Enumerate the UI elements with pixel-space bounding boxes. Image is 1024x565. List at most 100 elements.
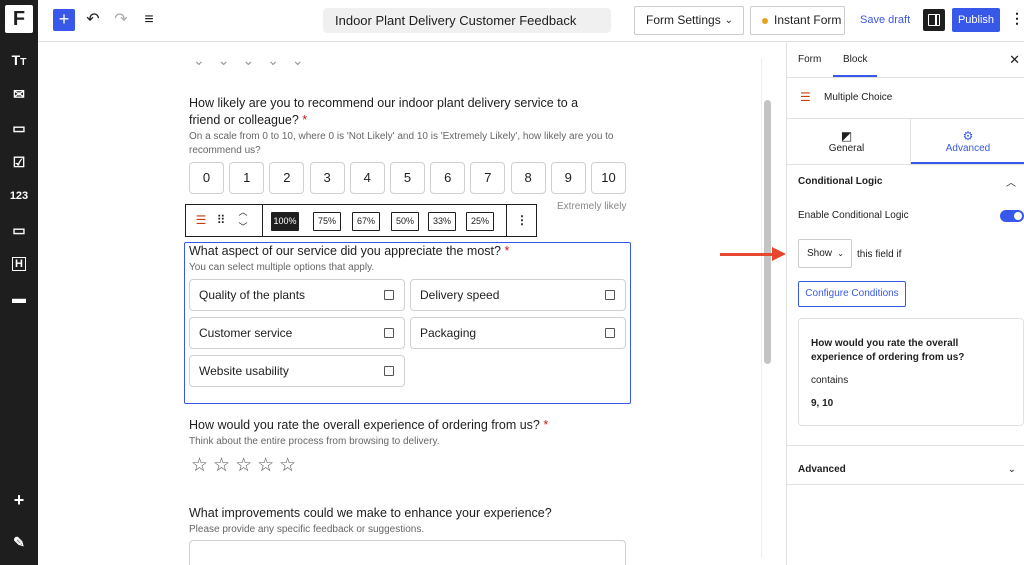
more-options-icon[interactable]: ⋮ <box>1010 10 1024 27</box>
publish-button[interactable]: Publish <box>952 8 1000 32</box>
multiple-choice-icon[interactable]: ☰ <box>192 205 210 236</box>
checkbox-icon[interactable]: ☑ <box>0 150 38 174</box>
choice-option[interactable]: Delivery speed <box>410 279 626 311</box>
scale-option[interactable]: 7 <box>470 162 506 194</box>
width-button[interactable]: 75% <box>313 212 341 231</box>
width-button[interactable]: 25% <box>466 212 494 231</box>
scale-option[interactable]: 8 <box>510 162 546 194</box>
scale-option[interactable]: 6 <box>430 162 466 194</box>
settings-panel-icon[interactable] <box>923 9 945 31</box>
redo-icon[interactable]: ↷ <box>110 9 132 31</box>
block-name: Multiple Choice <box>824 92 893 103</box>
annotation-arrow <box>720 253 775 256</box>
instant-form-button[interactable]: Instant Form <box>750 6 845 35</box>
scale-option[interactable]: 2 <box>269 162 305 194</box>
top-toolbar: + ↶ ↷ ≡ Indoor Plant Delivery Customer F… <box>38 0 1024 42</box>
this-field-if-label: this field if <box>857 249 902 260</box>
width-button[interactable]: 100% <box>271 212 299 231</box>
move-up-down-icon[interactable]: ︿ ﹀ <box>236 205 250 236</box>
conditional-logic-toggle[interactable] <box>1000 210 1024 222</box>
configure-conditions-button[interactable]: Configure Conditions <box>798 281 906 307</box>
show-hide-select[interactable]: Show ⌄ <box>798 239 852 268</box>
width-button[interactable]: 67% <box>352 212 380 231</box>
heading-icon[interactable]: H <box>0 252 38 276</box>
scale-right-label: Extremely likely <box>557 201 627 212</box>
checkbox-icon[interactable] <box>605 328 615 338</box>
annotation-arrow-head <box>772 247 786 261</box>
tab-form[interactable]: Form <box>798 42 821 77</box>
scale-option[interactable]: 4 <box>349 162 385 194</box>
general-icon: ◩ <box>840 129 853 143</box>
enable-conditional-logic-label: Enable Conditional Logic <box>798 210 909 221</box>
conditional-logic-title[interactable]: Conditional Logic <box>798 176 882 187</box>
improvements-question-title[interactable]: What improvements could we make to enhan… <box>189 505 552 522</box>
scale-option[interactable]: 5 <box>390 162 425 194</box>
choice-label: Website usability <box>199 364 289 378</box>
star-rating[interactable]: ☆☆☆☆☆ <box>191 454 301 477</box>
checkbox-icon[interactable] <box>384 328 394 338</box>
improvements-help-text: Please provide any specific feedback or … <box>189 524 425 535</box>
card-icon[interactable]: ▬ <box>0 286 38 310</box>
number-icon[interactable]: 123 <box>0 184 38 208</box>
rating-question-title[interactable]: How would you rate the overall experienc… <box>189 417 548 434</box>
checkbox-icon[interactable] <box>384 290 394 300</box>
scale-option[interactable]: 1 <box>229 162 265 194</box>
input-icon[interactable]: ▭ <box>0 218 38 242</box>
aspect-help-text: You can select multiple options that app… <box>189 262 375 273</box>
scale-option[interactable]: 3 <box>309 162 345 194</box>
improvements-textarea[interactable] <box>189 540 626 565</box>
pen-icon[interactable]: ✎ <box>0 530 38 554</box>
condition-question: How would you rate the overall experienc… <box>811 338 965 363</box>
drag-handle-icon[interactable]: ⠿ <box>215 205 227 236</box>
condition-operator: contains <box>811 375 849 386</box>
mail-icon[interactable]: ✉ <box>0 82 38 106</box>
close-icon[interactable]: ✕ <box>1009 52 1020 68</box>
chevron-down-icon[interactable]: ⌄ <box>1008 464 1016 475</box>
tablet-icon[interactable]: ▭ <box>0 116 38 140</box>
app-logo[interactable]: F <box>5 5 33 33</box>
chevron-up-icon[interactable]: ︿ <box>1006 174 1016 189</box>
aspect-title-text: What aspect of our service did you appre… <box>189 244 501 258</box>
text-format-icon[interactable]: TT <box>0 48 38 72</box>
subtab-advanced[interactable]: ⚙ Advanced <box>911 119 1024 164</box>
choice-label: Quality of the plants <box>199 288 306 302</box>
scale-option[interactable]: 10 <box>591 162 626 194</box>
scale-option[interactable]: 0 <box>189 162 224 194</box>
canvas-scrollbar[interactable] <box>764 100 771 364</box>
width-button[interactable]: 50% <box>391 212 419 231</box>
checkbox-icon[interactable] <box>605 290 615 300</box>
choice-option[interactable]: Packaging <box>410 317 626 349</box>
editor-canvas[interactable]: ⌄⌄⌄⌄⌄ How likely are you to recommend ou… <box>38 42 786 565</box>
subtab-general-label: General <box>828 143 865 154</box>
form-settings-button[interactable]: Form Settings ⌄ <box>634 6 744 35</box>
advanced-section-title[interactable]: Advanced <box>798 464 846 475</box>
undo-icon[interactable]: ↶ <box>82 9 104 31</box>
heading-icon-label: H <box>12 257 26 271</box>
save-draft-button[interactable]: Save draft <box>860 14 910 26</box>
gear-icon: ⚙ <box>962 129 974 143</box>
width-button[interactable]: 33% <box>428 212 456 231</box>
chevron-down-icon: ⌄ <box>724 15 733 26</box>
subtab-advanced-label: Advanced <box>945 143 991 154</box>
rating-help-text: Think about the entire process from brow… <box>189 436 440 447</box>
nps-question-title[interactable]: How likely are you to recommend our indo… <box>189 95 609 129</box>
nps-title-text: How likely are you to recommend our indo… <box>189 96 579 127</box>
show-select-value: Show <box>807 248 833 259</box>
checkbox-icon[interactable] <box>384 366 394 376</box>
form-settings-label: Form Settings <box>646 13 721 27</box>
list-view-icon[interactable]: ≡ <box>138 9 160 31</box>
scroll-track <box>761 58 762 558</box>
condition-summary-card: How would you rate the overall experienc… <box>798 318 1024 426</box>
choice-option[interactable]: Website usability <box>189 355 405 387</box>
block-options-icon[interactable]: ⋮ <box>512 205 532 236</box>
previous-stars-row: ⌄⌄⌄⌄⌄ <box>193 52 317 68</box>
tab-block[interactable]: Block <box>832 42 879 77</box>
choice-option[interactable]: Quality of the plants <box>189 279 405 311</box>
subtab-general[interactable]: ◩ General <box>787 119 906 164</box>
scale-option[interactable]: 9 <box>550 162 586 194</box>
choice-option[interactable]: Customer service <box>189 317 405 349</box>
document-title[interactable]: Indoor Plant Delivery Customer Feedback <box>323 8 611 33</box>
aspect-question-title[interactable]: What aspect of our service did you appre… <box>189 243 509 260</box>
plus-icon[interactable]: + <box>0 488 38 512</box>
add-block-button[interactable]: + <box>53 9 75 31</box>
